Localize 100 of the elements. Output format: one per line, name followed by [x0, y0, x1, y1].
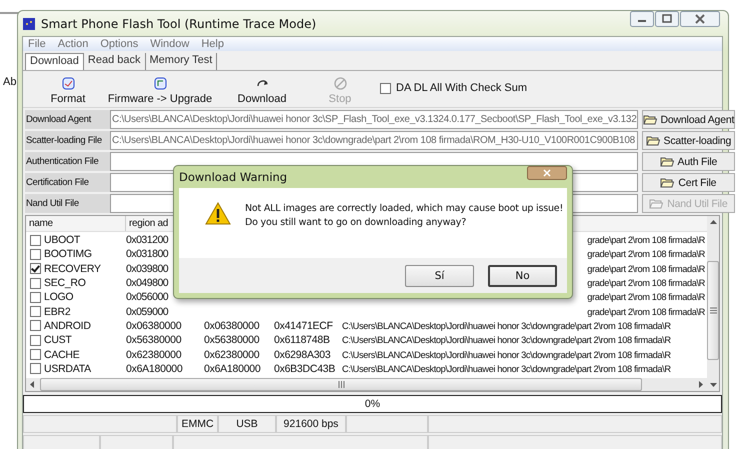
file-button[interactable]: Cert File [642, 173, 736, 192]
table-cell: 0x06380000 [126, 320, 182, 332]
tab[interactable]: Read back [84, 53, 146, 70]
table-cell: 0x56380000 [204, 334, 260, 346]
dialog-button[interactable]: No [488, 264, 557, 286]
dialog-message: Not ALL images are correctly loaded, which may cause boot up issue! [245, 202, 564, 216]
checkbox[interactable] [380, 82, 391, 94]
table-cell: grade\part 2\rom 108 firmada\R [587, 249, 705, 260]
folder-icon [646, 135, 660, 146]
table-cell: BOOTIMG [44, 248, 92, 260]
table-cell: 0x6A180000 [204, 362, 260, 375]
progress-label: 0% [364, 398, 380, 410]
toolbar-button[interactable]: Firmware -> Upgrade [108, 93, 212, 105]
file-button[interactable]: Scatter-loading [642, 131, 736, 150]
down-arrow-icon[interactable] [710, 381, 716, 388]
table-cell: 0x56380000 [126, 334, 182, 346]
checkbox[interactable] [30, 320, 41, 332]
tab[interactable]: Download [25, 53, 84, 70]
input-field[interactable]: C:\Users\BLANCA\Desktop\Jordi\huawei honor 3c\downgrade\part 2\rom 108 firmada\ROM_H30-U10_V100R001C900B108 [110, 131, 638, 150]
column-header[interactable]: name [26, 216, 126, 231]
table-cell: 0x6B3DC43B [274, 362, 336, 375]
menu-item[interactable]: Window [150, 38, 190, 50]
file-button[interactable]: Auth File [642, 152, 736, 171]
table-cell: grade\part 2\rom 108 firmada\R [587, 278, 705, 288]
table-cell: 0x059000 [126, 306, 168, 318]
toolbar-button[interactable]: Download [238, 93, 286, 105]
table-cell: USRDATA [44, 362, 91, 375]
table-cell: 0x056000 [126, 291, 168, 304]
checkbox[interactable] [30, 278, 41, 289]
table-cell: C:\Users\BLANCA\Desktop\Jordi\huawei honor 3c\downgrade\part 2\rom 108 firmada\R [342, 364, 671, 374]
field-label: Nand Util File [25, 198, 80, 209]
table-cell: 0x6118748B [274, 334, 330, 346]
minimize-icon[interactable] [630, 11, 654, 27]
dialog-title: Download Warning [179, 170, 288, 184]
grip-icon [338, 381, 344, 388]
menu-item[interactable]: Help [201, 38, 224, 50]
maximize-icon[interactable] [655, 11, 679, 27]
field-label: Certification File [25, 177, 90, 188]
folder-icon [649, 198, 664, 209]
scroll-thumb[interactable] [707, 261, 719, 360]
table-cell: grade\part 2\rom 108 firmada\R [587, 264, 705, 274]
checkbox-label: DA DL All With Check Sum [396, 82, 528, 94]
checkbox[interactable] [30, 292, 41, 303]
window-title: Smart Phone Flash Tool (Runtime Trace Mode) [41, 16, 316, 30]
table-cell: grade\part 2\rom 108 firmada\R [587, 292, 705, 302]
table-cell: C:\Users\BLANCA\Desktop\Jordi\huawei honor 3c\downgrade\part 2\rom 108 firmada\R [342, 350, 671, 360]
dialog-button[interactable]: Sí [405, 264, 474, 286]
field-label: Download Agent [25, 114, 92, 125]
table-cell: ANDROID [44, 320, 91, 332]
table-cell: 0x039800 [126, 262, 168, 275]
vertical-scrollbar[interactable] [707, 216, 719, 391]
close-icon[interactable] [527, 166, 567, 180]
up-arrow-icon[interactable] [710, 219, 716, 226]
table-cell: C:\Users\BLANCA\Desktop\Jordi\huawei honor 3c\downgrade\part 2\rom 108 firmada\R [342, 320, 671, 331]
input-field[interactable]: C:\Users\BLANCA\Desktop\Jordi\huawei honor 3c\SP_Flash_Tool_exe_v3.1324.0.177_Secboot\SP_Flash_Tool_exe_v3.132 [110, 110, 638, 129]
right-arrow-icon[interactable] [697, 381, 704, 388]
table-cell: CUST [44, 334, 72, 346]
table-cell: 0x031800 [126, 248, 168, 260]
field-label: Authentication File [25, 156, 100, 167]
table-cell: EBR2 [44, 306, 70, 318]
checkbox[interactable] [30, 248, 41, 260]
warning-icon [205, 202, 231, 225]
checkbox[interactable] [30, 263, 41, 274]
checkbox[interactable] [30, 234, 41, 246]
checkbox[interactable] [30, 363, 41, 374]
toolbar-button[interactable]: Format [50, 93, 86, 105]
dialog-message: Do you still want to go on downloading anyway? [245, 216, 468, 230]
table-cell: 0x6A180000 [126, 362, 182, 375]
status-field: EMMC [177, 415, 218, 433]
field-label: Scatter-loading File [25, 135, 103, 146]
file-button[interactable]: Download Agent [642, 110, 736, 129]
checkbox[interactable] [30, 349, 41, 360]
menu-item[interactable]: Options [100, 38, 138, 50]
menu-item[interactable]: Action [58, 38, 88, 50]
table-cell: SEC_RO [44, 277, 86, 290]
close-icon[interactable] [680, 11, 720, 27]
menu-item[interactable]: File [28, 38, 46, 50]
window-label: Ab [3, 76, 16, 88]
table-cell: 0x049800 [126, 277, 168, 290]
checkbox[interactable] [30, 334, 41, 346]
app-icon [23, 18, 35, 30]
table-cell: 0x62380000 [126, 348, 182, 361]
tab[interactable]: Memory Test [146, 53, 218, 70]
grip-icon [710, 307, 716, 314]
checkbox[interactable] [30, 306, 41, 318]
table-cell: 0x031200 [126, 234, 168, 246]
table-cell: 0x6298A303 [274, 348, 330, 361]
table-cell: UBOOT [44, 234, 80, 246]
folder-icon [660, 177, 674, 188]
table-cell: 0x41471ECF [274, 320, 333, 332]
left-arrow-icon[interactable] [29, 381, 36, 388]
table-cell: LOGO [44, 291, 74, 304]
table-cell: 0x62380000 [204, 348, 260, 361]
table-cell: grade\part 2\rom 108 firmada\R [587, 306, 705, 317]
table-cell: grade\part 2\rom 108 firmada\R [587, 235, 705, 246]
status-field: USB [218, 415, 276, 433]
folder-icon [642, 114, 657, 125]
status-field: 921600 bps [276, 415, 346, 433]
folder-icon [660, 156, 674, 167]
table-cell: C:\Users\BLANCA\Desktop\Jordi\huawei honor 3c\downgrade\part 2\rom 108 firmada\R [342, 335, 671, 346]
